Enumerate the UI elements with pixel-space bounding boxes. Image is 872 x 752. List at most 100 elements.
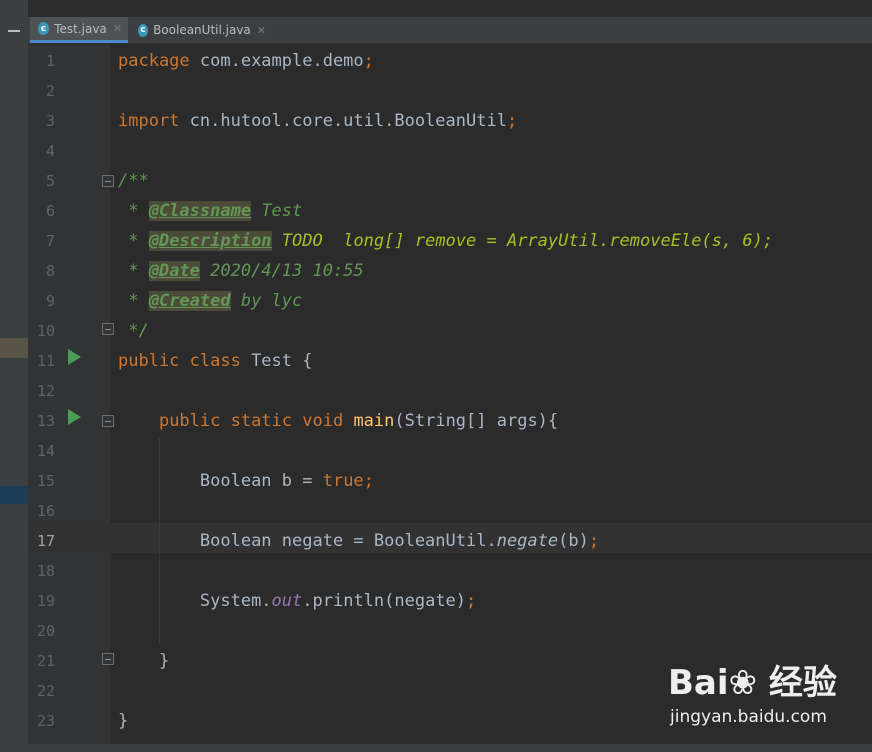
code-line-6[interactable]: * @Classname Test [118, 196, 302, 226]
keyword: import [118, 111, 180, 131]
doc-text [272, 231, 282, 251]
line-number: 1 [45, 52, 55, 70]
semicolon: ; [363, 51, 374, 71]
code-text: Boolean b = [199, 471, 323, 491]
tool-window-strip [0, 0, 28, 752]
run-icon[interactable] [68, 349, 81, 365]
fold-marker-icon[interactable] [102, 653, 114, 665]
close-icon[interactable]: ✕ [257, 24, 266, 37]
code-line-8[interactable]: * @Date 2020/4/13 10:55 [118, 256, 364, 286]
line-number: 10 [36, 322, 55, 340]
line-number: 7 [45, 232, 55, 250]
semicolon: ; [506, 111, 518, 131]
javadoc-tag: @Description [148, 231, 272, 251]
doc-star: * [118, 261, 149, 281]
code-text: (String[] args){ [394, 411, 559, 431]
tab-booleanutil-java[interactable]: c BooleanUtil.java ✕ [130, 17, 272, 43]
line-number-current: 17 [36, 532, 55, 550]
code-line-7[interactable]: * @Description TODO long[] remove = Arra… [118, 226, 773, 256]
collapse-icon[interactable] [8, 30, 20, 32]
line-number: 13 [36, 412, 55, 430]
tab-label: BooleanUtil.java [153, 23, 251, 37]
doc-text: 2020/4/13 10:55 [199, 261, 364, 281]
javadoc-tag: @Classname [148, 201, 252, 221]
code-line-3[interactable]: import cn.hutool.core.util.BooleanUtil; [118, 106, 517, 136]
code-line-10[interactable]: */ [118, 316, 148, 346]
line-number: 22 [36, 682, 55, 700]
java-class-icon: c [138, 23, 149, 37]
static-method-call: negate [496, 531, 559, 551]
run-icon[interactable] [68, 409, 81, 425]
static-field: out [271, 591, 303, 611]
code-text: Boolean negate = BooleanUtil. [199, 531, 497, 551]
semicolon: ; [466, 591, 477, 611]
code-line-17[interactable]: Boolean negate = BooleanUtil.negate(b); [118, 526, 599, 556]
method-name: main [353, 411, 395, 431]
watermark-logo: Bai❀ 经验 [668, 663, 837, 703]
line-number: 9 [45, 292, 55, 310]
line-number: 3 [45, 112, 55, 130]
javadoc-tag: @Date [148, 261, 200, 281]
code-line-19[interactable]: System.out.println(negate); [118, 586, 476, 616]
code-line-13[interactable]: public static void main(String[] args){ [118, 406, 558, 436]
todo-text: TODO long[] remove = ArrayUtil.removeEle… [281, 231, 774, 251]
doc-star: * [118, 291, 149, 311]
doc-star: * [118, 201, 149, 221]
fold-marker-icon[interactable] [102, 415, 114, 427]
keyword: public static void [158, 411, 344, 431]
code-text: .println(negate) [302, 591, 467, 611]
code-line-11[interactable]: public class Test { [118, 346, 312, 376]
line-number: 12 [36, 382, 55, 400]
editor-tab-bar: c Test.java ✕ c BooleanUtil.java ✕ [28, 17, 872, 44]
code-text: cn.hutool.core.util.BooleanUtil [179, 111, 507, 131]
tab-label: Test.java [54, 21, 107, 36]
close-icon[interactable]: ✕ [113, 22, 122, 35]
scroll-marker [0, 486, 28, 504]
javadoc-tag: @Created [148, 291, 231, 311]
keyword: package [118, 51, 190, 71]
line-number: 5 [45, 172, 55, 190]
code-text: Test { [240, 351, 313, 371]
editor-bottom-edge [28, 744, 872, 752]
semicolon: ; [588, 531, 600, 551]
fold-marker-icon[interactable] [102, 323, 114, 335]
scroll-marker [0, 338, 28, 358]
code-line-21[interactable]: } [118, 646, 169, 676]
line-number: 20 [36, 622, 55, 640]
line-number: 16 [36, 502, 55, 520]
tab-test-java[interactable]: c Test.java ✕ [30, 17, 128, 43]
semicolon: ; [363, 471, 374, 491]
keyword: public class [118, 351, 241, 371]
line-number: 11 [36, 352, 55, 370]
doc-text: Test [251, 201, 303, 221]
doc-star: * [118, 231, 149, 251]
code-line-9[interactable]: * @Created by lyc [118, 286, 302, 316]
line-number: 18 [36, 562, 55, 580]
code-line-1[interactable]: package com.example.demo; [118, 46, 374, 76]
code-text: com.example.demo [189, 51, 364, 71]
code-line-15[interactable]: Boolean b = true; [118, 466, 374, 496]
baidu-jingyan-watermark: Bai❀ 经验 jingyan.baidu.com [668, 655, 868, 735]
code-text: System. [199, 591, 272, 611]
line-number: 21 [36, 652, 55, 670]
line-number: 4 [45, 142, 55, 160]
line-number: 15 [36, 472, 55, 490]
line-number: 8 [45, 262, 55, 280]
call-args: (b) [558, 531, 589, 551]
code-line-23[interactable]: } [118, 706, 128, 736]
java-class-icon: c [38, 22, 50, 35]
line-number: 23 [36, 712, 55, 730]
doc-text: by lyc [230, 291, 303, 311]
line-number: 2 [45, 82, 55, 100]
line-number: 6 [45, 202, 55, 220]
code-line-5[interactable]: /** [118, 166, 149, 196]
watermark-url: jingyan.baidu.com [670, 707, 827, 727]
fold-marker-icon[interactable] [102, 175, 114, 187]
line-number: 14 [36, 442, 55, 460]
line-number: 19 [36, 592, 55, 610]
